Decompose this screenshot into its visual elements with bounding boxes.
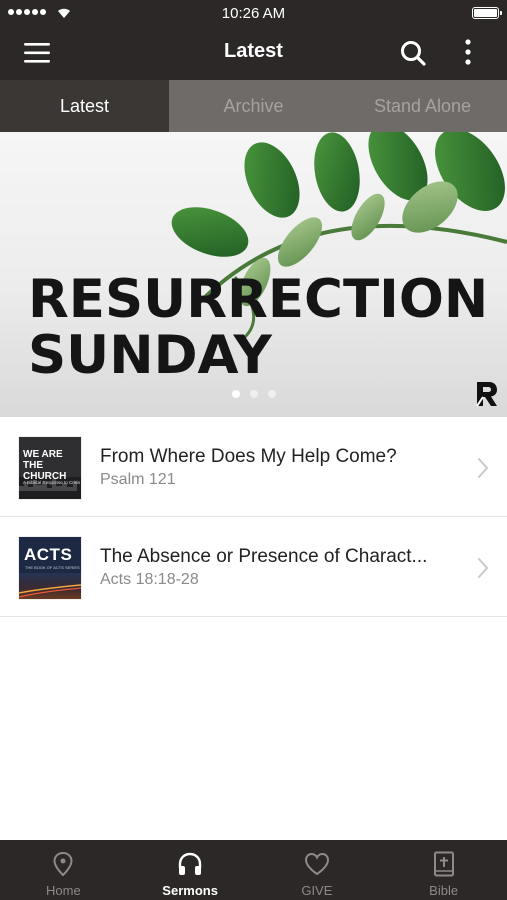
sermon-title: The Absence or Presence of Charact... — [100, 546, 428, 567]
sermon-list-item[interactable]: WE ARE THE CHURCH A Biblical Response to… — [0, 417, 507, 517]
chevron-right-icon — [478, 558, 488, 578]
sermon-thumbnail: WE ARE THE CHURCH A Biblical Response to… — [19, 437, 81, 499]
bottom-tab-sermons[interactable]: Sermons — [127, 840, 254, 900]
sermon-scripture: Acts 18:18-28 — [100, 571, 199, 588]
tab-stand-alone[interactable]: Stand Alone — [338, 80, 507, 132]
bottom-tab-label: Bible — [429, 883, 459, 898]
sermon-list-item[interactable]: ACTS THE BOOK OF ACTS SERIES The Absence… — [0, 517, 507, 617]
road-lights-graphic — [19, 584, 81, 598]
sermon-title: From Where Does My Help Come? — [100, 446, 397, 467]
bottom-tab-give[interactable]: GIVE — [254, 840, 381, 900]
page-title: Latest — [224, 40, 283, 62]
page-dot[interactable] — [231, 390, 240, 398]
segment-tabs: Latest Archive Stand Alone — [0, 80, 507, 132]
thumbnail-title: ACTS — [24, 545, 73, 564]
sermon-scripture: Psalm 121 — [100, 471, 176, 488]
banner-headline: RESURRECTION SUNDAY — [28, 272, 488, 384]
featured-banner[interactable]: RESURRECTION SUNDAY — [0, 132, 507, 417]
bible-icon — [433, 851, 454, 877]
nav-bar: Latest — [0, 26, 507, 80]
thumbnail-title: WE ARE THE CHURCH — [23, 449, 67, 482]
thumbnail-subtitle: THE BOOK OF ACTS SERIES — [25, 565, 80, 570]
status-time: 10:26 AM — [221, 5, 286, 22]
page-dot[interactable] — [249, 390, 258, 398]
banner-headline-line1: RESURRECTION — [28, 269, 489, 330]
bottom-tab-label: Sermons — [162, 883, 218, 898]
more-vertical-icon[interactable] — [458, 38, 478, 68]
status-bar: 10:26 AM — [0, 0, 507, 26]
bottom-tab-bible[interactable]: Bible — [380, 840, 507, 900]
sermon-list: WE ARE THE CHURCH A Biblical Response to… — [0, 417, 507, 617]
chevron-right-icon — [478, 458, 488, 478]
headphones-icon — [178, 852, 202, 875]
thumbnail-subtitle: A Biblical Response to Crisis — [23, 480, 81, 485]
page-indicator — [0, 390, 507, 398]
tab-latest[interactable]: Latest — [0, 80, 169, 132]
bottom-tab-bar: Home Sermons GIVE Bible — [0, 840, 507, 900]
bottom-tab-label: GIVE — [301, 883, 333, 898]
battery-icon — [472, 7, 502, 19]
heart-icon — [304, 852, 329, 876]
sermon-thumbnail: ACTS THE BOOK OF ACTS SERIES — [19, 537, 81, 599]
page-dot[interactable] — [267, 390, 276, 398]
search-icon[interactable] — [398, 38, 430, 68]
hamburger-menu-icon[interactable] — [22, 40, 56, 66]
map-pin-icon — [53, 851, 73, 877]
banner-headline-line2: SUNDAY — [28, 325, 272, 386]
tab-archive[interactable]: Archive — [169, 80, 338, 132]
bottom-tab-home[interactable]: Home — [0, 840, 127, 900]
bottom-tab-label: Home — [46, 883, 81, 898]
church-logo-icon — [476, 382, 497, 407]
